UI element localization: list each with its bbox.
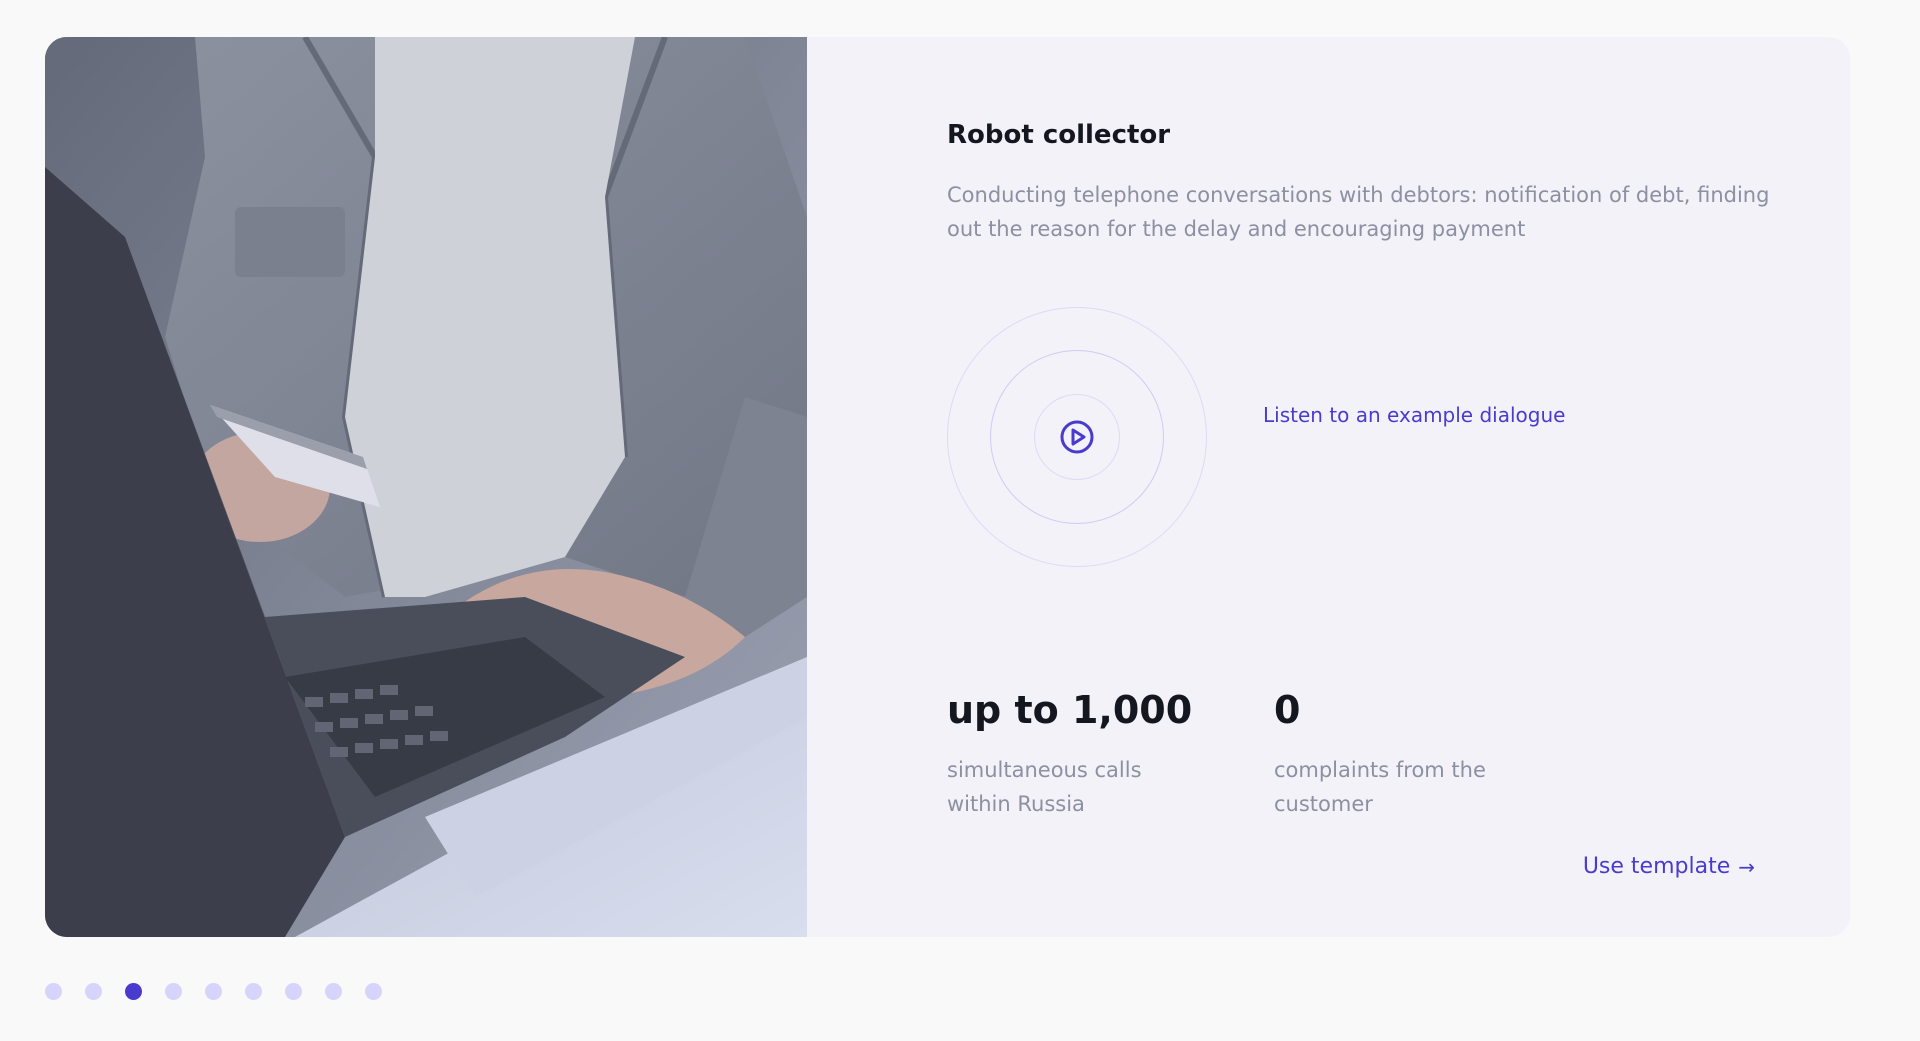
stat-complaints: 0 complaints from the customer [1274, 685, 1534, 821]
card-photo [45, 37, 807, 937]
card-description: Conducting telephone conversations with … [947, 183, 1770, 241]
stat-simultaneous-calls: up to 1,000 simultaneous calls within Ru… [947, 685, 1207, 821]
card-content: Robot collector Conducting telephone con… [947, 37, 1807, 937]
pagination-dot[interactable] [325, 983, 342, 1000]
carousel-pagination [45, 983, 382, 1000]
pagination-dot[interactable] [285, 983, 302, 1000]
pagination-dot[interactable] [245, 983, 262, 1000]
pagination-dot[interactable] [365, 983, 382, 1000]
listen-example-link[interactable]: Listen to an example dialogue [1263, 403, 1565, 427]
pagination-dot[interactable] [85, 983, 102, 1000]
stat-label: simultaneous calls within Russia [947, 758, 1142, 816]
pagination-dot[interactable] [45, 983, 62, 1000]
use-template-label: Use template [1582, 854, 1731, 879]
stat-value: up to 1,000 [947, 688, 1193, 732]
use-template-button[interactable]: Use template → [1583, 854, 1755, 879]
template-card: Robot collector Conducting telephone con… [45, 37, 1850, 937]
stat-label: complaints from the customer [1274, 758, 1486, 816]
card-title: Robot collector [947, 120, 1171, 150]
play-circle-icon[interactable] [1059, 419, 1095, 455]
audio-player [947, 307, 1207, 567]
pagination-dot[interactable] [125, 983, 142, 1000]
stat-value: 0 [1274, 688, 1301, 732]
arrow-right-icon: → [1738, 854, 1755, 879]
pagination-dot[interactable] [205, 983, 222, 1000]
pagination-dot[interactable] [165, 983, 182, 1000]
